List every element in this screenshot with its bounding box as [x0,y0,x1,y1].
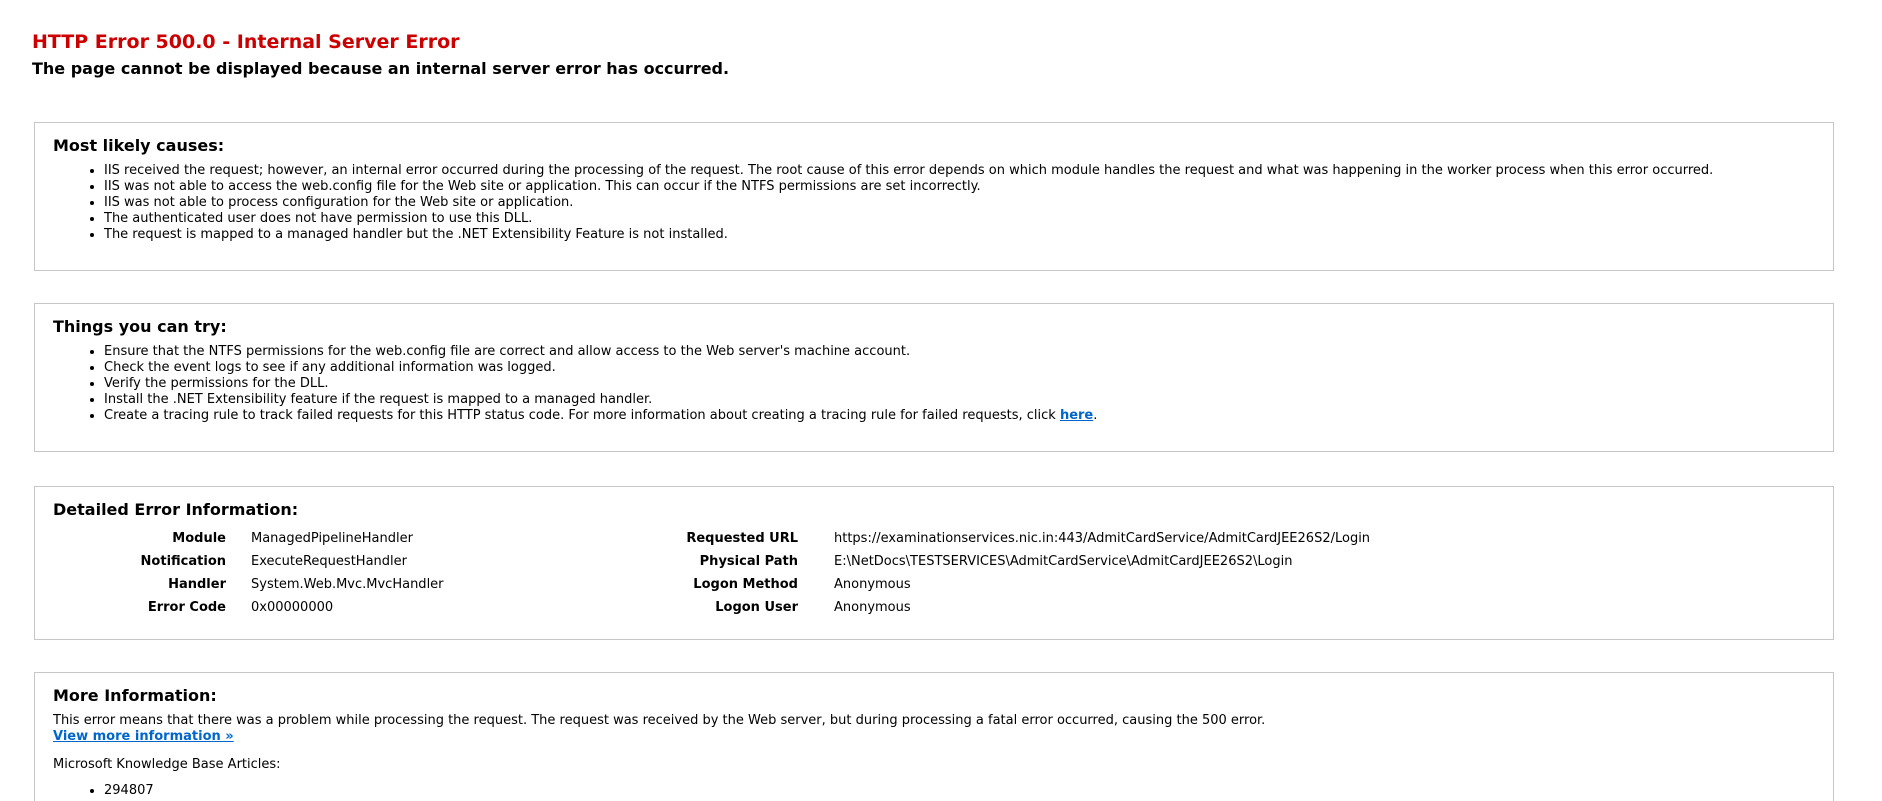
list-item: Install the .NET Extensibility feature i… [104,392,1815,408]
detail-row-notification: Notification ExecuteRequestHandler [53,550,444,573]
try-list: Ensure that the NTFS permissions for the… [53,344,1815,424]
here-link[interactable]: here [1060,408,1093,423]
list-item: IIS was not able to access the web.confi… [104,179,1815,195]
tracing-rule-text: Create a tracing rule to track failed re… [104,408,1060,423]
detail-row-error-code: Error Code 0x00000000 [53,596,444,619]
kb-articles-label: Microsoft Knowledge Base Articles: [53,757,281,772]
error-title: HTTP Error 500.0 - Internal Server Error [32,31,460,53]
causes-panel: Most likely causes: IIS received the req… [34,122,1834,271]
list-item: 294807 [104,783,1815,799]
detail-row-requested-url: Requested URL https://examinationservice… [673,527,1370,550]
try-title: Things you can try: [53,317,227,336]
causes-list: IIS received the request; however, an in… [53,163,1815,243]
detail-value: E:\NetDocs\TESTSERVICES\AdmitCardService… [834,554,1293,569]
detail-value: System.Web.Mvc.MvcHandler [251,577,444,592]
details-title: Detailed Error Information: [53,500,299,519]
detail-value: Anonymous [834,577,911,592]
error-header: HTTP Error 500.0 - Internal Server Error… [32,28,729,80]
detail-row-module: Module ManagedPipelineHandler [53,527,444,550]
detail-label: Notification [140,554,226,569]
view-more-row: View more information » [53,729,1815,745]
detail-row-logon-user: Logon User Anonymous [673,596,1370,619]
error-subtitle: The page cannot be displayed because an … [32,59,730,78]
detail-label: Logon User [715,600,798,615]
more-info-text: This error means that there was a proble… [53,713,1266,728]
detail-value: ExecuteRequestHandler [251,554,407,569]
detail-value: Anonymous [834,600,911,615]
detail-label: Logon Method [693,577,798,592]
detail-label: Module [172,531,226,546]
list-item: IIS was not able to process configuratio… [104,195,1815,211]
more-info-title: More Information: [53,686,217,705]
list-item: The authenticated user does not have per… [104,211,1815,227]
detail-value: https://examinationservices.nic.in:443/A… [834,531,1371,546]
detail-row-logon-method: Logon Method Anonymous [673,573,1370,596]
detail-value: ManagedPipelineHandler [251,531,413,546]
details-left-column: Module ManagedPipelineHandler Notificati… [53,527,444,619]
list-item: The request is mapped to a managed handl… [104,227,1815,243]
detail-label: Requested URL [686,531,798,546]
error-page: HTTP Error 500.0 - Internal Server Error… [0,0,1882,801]
details-panel: Detailed Error Information: Module Manag… [34,486,1834,640]
list-item: Create a tracing rule to track failed re… [104,408,1815,424]
list-item: Verify the permissions for the DLL. [104,376,1815,392]
detail-row-physical-path: Physical Path E:\NetDocs\TESTSERVICES\Ad… [673,550,1370,573]
detail-label: Physical Path [699,554,798,569]
try-panel: Things you can try: Ensure that the NTFS… [34,303,1834,452]
causes-title: Most likely causes: [53,136,225,155]
detail-label: Handler [168,577,226,592]
more-info-panel: More Information: This error means that … [34,672,1834,801]
detail-row-handler: Handler System.Web.Mvc.MvcHandler [53,573,444,596]
tracing-rule-suffix: . [1093,408,1098,423]
view-more-link[interactable]: View more information » [53,729,234,744]
list-item: Check the event logs to see if any addit… [104,360,1815,376]
list-item: Ensure that the NTFS permissions for the… [104,344,1815,360]
list-item: IIS received the request; however, an in… [104,163,1815,179]
details-right-column: Requested URL https://examinationservice… [673,527,1370,619]
kb-list: 294807 [53,783,1815,799]
detail-label: Error Code [147,600,226,615]
detail-value: 0x00000000 [251,600,334,615]
